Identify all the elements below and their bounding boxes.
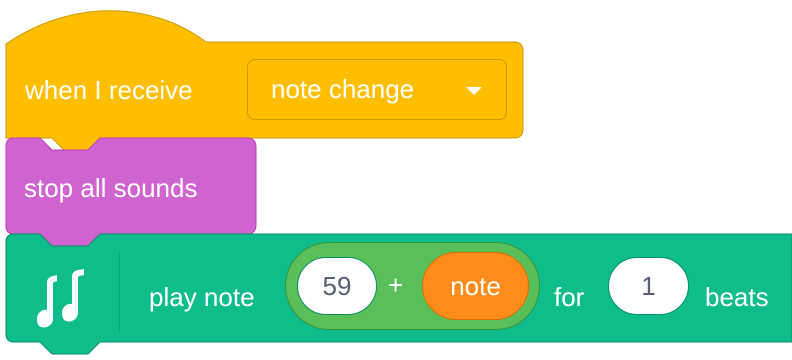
- plus-sign: +: [388, 270, 404, 300]
- stop-all-sounds-label: stop all sounds: [24, 173, 198, 203]
- music-notes-icon: [37, 269, 84, 328]
- block-divider: [119, 251, 120, 331]
- triangle-down-icon: [466, 87, 482, 95]
- play-note-label: play note: [149, 282, 255, 312]
- note-variable-reporter[interactable]: note: [422, 252, 529, 320]
- for-label: for: [554, 282, 585, 312]
- when-i-receive-label: when I receive: [25, 75, 193, 105]
- addition-operator-block[interactable]: 59 + note: [285, 242, 540, 330]
- beats-number-input[interactable]: 1: [608, 257, 689, 315]
- message-dropdown[interactable]: note change: [247, 59, 507, 120]
- script-canvas: when I receive note change stop all soun…: [0, 0, 792, 360]
- beats-label: beats: [705, 282, 769, 312]
- note-number-input[interactable]: 59: [297, 257, 377, 315]
- message-dropdown-value: note change: [271, 74, 415, 104]
